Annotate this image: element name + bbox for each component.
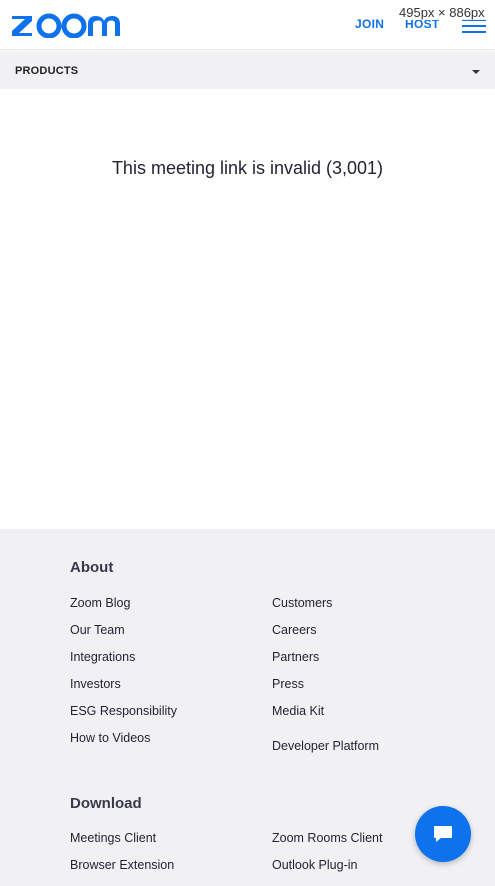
- footer-link-careers[interactable]: Careers: [272, 623, 316, 637]
- footer-link-media-kit[interactable]: Media Kit: [272, 704, 324, 718]
- footer-link-zoom-rooms-client[interactable]: Zoom Rooms Client: [272, 831, 382, 845]
- footer-link-partners[interactable]: Partners: [272, 650, 319, 664]
- footer-link-outlook-plug-in[interactable]: Outlook Plug-in: [272, 858, 357, 872]
- top-header: JOIN HOST 495px × 886px: [0, 0, 495, 50]
- hamburger-menu-icon[interactable]: [462, 19, 486, 33]
- footer-about-title: About: [70, 559, 114, 576]
- chat-bubble-icon: [434, 826, 452, 842]
- products-label: PRODUCTS: [15, 65, 79, 77]
- footer-link-press[interactable]: Press: [272, 677, 304, 691]
- footer-link-integrations[interactable]: Integrations: [70, 650, 135, 664]
- footer-link-investors[interactable]: Investors: [70, 677, 121, 691]
- zoom-logo[interactable]: [10, 12, 122, 43]
- chat-button[interactable]: [415, 806, 471, 862]
- footer-link-our-team[interactable]: Our Team: [70, 623, 125, 637]
- footer-link-zoom-blog[interactable]: Zoom Blog: [70, 596, 130, 610]
- footer-link-customers[interactable]: Customers: [272, 596, 332, 610]
- caret-down-icon: [472, 70, 480, 74]
- footer-link-developer-platform[interactable]: Developer Platform: [272, 739, 379, 753]
- footer-link-meetings-client[interactable]: Meetings Client: [70, 831, 156, 845]
- footer-link-browser-extension[interactable]: Browser Extension: [70, 858, 174, 872]
- error-message: This meeting link is invalid (3,001): [111, 158, 384, 178]
- size-badge: 495px × 886px: [397, 5, 487, 20]
- footer-download-title: Download: [70, 795, 142, 812]
- products-dropdown[interactable]: PRODUCTS: [0, 51, 495, 89]
- footer-link-esg-responsibility[interactable]: ESG Responsibility: [70, 704, 177, 718]
- footer-link-how-to-videos[interactable]: How to Videos: [70, 731, 150, 745]
- join-link[interactable]: JOIN: [355, 17, 384, 31]
